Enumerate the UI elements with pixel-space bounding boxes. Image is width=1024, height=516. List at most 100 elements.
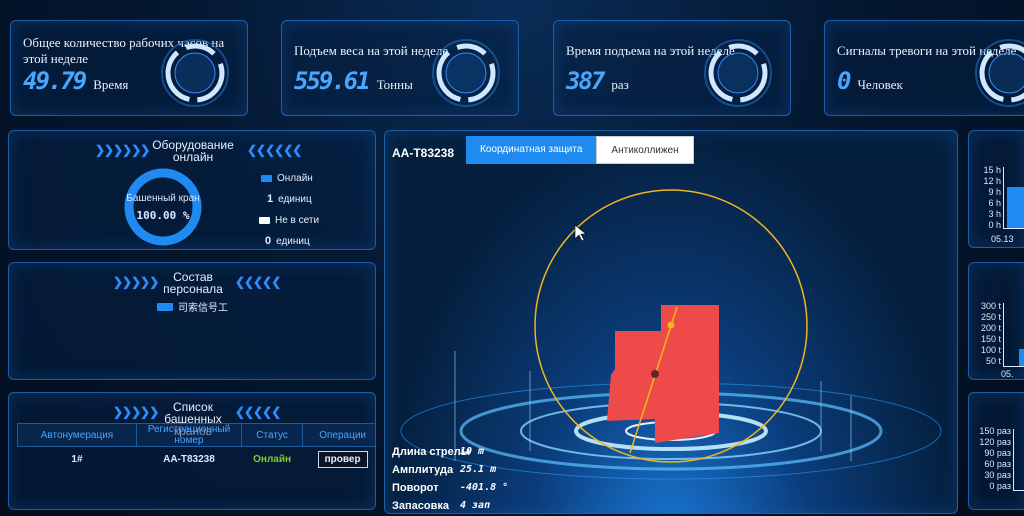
- equipment-online-panel: ❯❯❯❯❯❯ Оборудование онлайн ❮❮❮❮❮❮ Башенн…: [8, 130, 376, 250]
- info-label: Поворот: [392, 482, 439, 494]
- stat-unit: Время: [93, 77, 129, 92]
- online-count-unit: единиц: [278, 193, 312, 205]
- chart-bar: [1007, 187, 1024, 228]
- crane-center-marker: [651, 370, 659, 378]
- table-header-row: Автонумерация Регистрационный номер Стат…: [17, 423, 375, 447]
- donut-percent: 100.00 %: [136, 209, 190, 222]
- panel-title: Оборудование онлайн: [152, 138, 234, 164]
- device-id: AA-T83238: [392, 146, 455, 160]
- jib-marker: [667, 321, 675, 329]
- y-tick: 150 paз: [979, 426, 1011, 436]
- y-tick: 90 paз: [984, 448, 1011, 458]
- x-label: 05.: [1001, 369, 1014, 379]
- online-donut-chart: [124, 168, 202, 246]
- crane-table: Автонумерация Регистрационный номер Стат…: [17, 423, 376, 472]
- y-tick: 60 paз: [984, 459, 1011, 469]
- chevrons-right-icon: ❯❯❯❯❯❯: [95, 143, 150, 157]
- legend-online: Онлайн: [261, 173, 313, 184]
- table-row: 1# AA-T83238 Онлайн провер: [18, 447, 376, 472]
- ring-gauge-icon: [161, 39, 229, 107]
- info-boom-length: Длина стрелы 10 m: [392, 446, 484, 458]
- info-amplitude: Амплитуда 25.1 m: [392, 464, 496, 476]
- crane-work-area: [607, 305, 719, 443]
- info-value: -401.8 °: [460, 482, 509, 493]
- online-count-value: 1: [267, 193, 274, 205]
- offline-count: 0 единиц: [265, 235, 310, 247]
- column-header: Регистрационный номер: [135, 423, 242, 447]
- tab-coordinate-protection[interactable]: Координатная защита: [466, 136, 597, 164]
- chart-axis: [1003, 228, 1024, 229]
- column-header: Статус: [240, 423, 304, 447]
- info-value: 4 зап: [460, 500, 491, 511]
- donut-label: Башенный кран: [126, 193, 200, 204]
- stat-card-lift-weight: Подъем веса на этой неделе 559.61 Тонны: [281, 20, 519, 116]
- chart-axis: [1003, 366, 1024, 367]
- cell-reg: AA-T83238: [163, 453, 215, 465]
- x-label: 05.13: [991, 234, 1014, 244]
- y-tick: 120 paз: [979, 437, 1011, 447]
- info-label: Амплитуда: [392, 464, 454, 476]
- panel-title: Состав персонала: [163, 270, 223, 296]
- ring-gauge-icon: [704, 39, 772, 107]
- stat-unit: Тонны: [376, 77, 413, 92]
- stat-card-lift-count: Время подъема на этой неделе 387 раз: [553, 20, 791, 116]
- y-tick: 200 t: [980, 323, 1001, 333]
- chart-weight-panel: 300 t 250 t 200 t 150 t 100 t 50 t 05.: [968, 262, 1024, 380]
- chart-bar: [1019, 349, 1024, 366]
- y-tick: 12 h: [983, 176, 1001, 186]
- offline-count-unit: единиц: [276, 235, 310, 247]
- stat-unit: Человек: [857, 77, 903, 92]
- legend-offline-label: Не в сети: [275, 215, 320, 226]
- personnel-legend-item: 司索信号工: [157, 299, 228, 314]
- stat-unit: раз: [611, 77, 629, 92]
- y-tick: 3 h: [988, 209, 1001, 219]
- legend-offline: Не в сети: [259, 215, 319, 226]
- cursor-icon: [574, 224, 587, 242]
- y-tick: 30 paз: [984, 470, 1011, 480]
- y-tick: 9 h: [988, 187, 1001, 197]
- y-tick: 0 paз: [989, 481, 1011, 491]
- legend-online-label: Онлайн: [277, 173, 313, 184]
- y-tick: 250 t: [980, 312, 1001, 322]
- check-button[interactable]: провер: [317, 450, 368, 468]
- donut-online-arc: [124, 168, 202, 246]
- online-count: 1 единиц: [267, 193, 312, 205]
- y-tick: 150 t: [980, 334, 1001, 344]
- chart-hours-panel: 15 h 12 h 9 h 6 h 3 h 0 h 05.13: [968, 130, 1024, 248]
- tab-anti-collision[interactable]: Антиколлижен: [596, 136, 694, 164]
- chart-axis: [1013, 490, 1024, 491]
- cell-number: 1#: [71, 453, 83, 465]
- chevrons-right-icon: ❯❯❯❯❯: [113, 405, 159, 419]
- y-tick: 6 h: [988, 198, 1001, 208]
- y-tick: 15 h: [983, 165, 1001, 175]
- y-tick: 300 t: [980, 301, 1001, 311]
- legend-online-swatch: [261, 175, 272, 182]
- info-label: Длина стрелы: [392, 446, 471, 458]
- view-tabs: Координатная защита Антиколлижен: [466, 136, 694, 164]
- info-rotation: Поворот -401.8 °: [392, 482, 508, 494]
- stat-card-work-hours: Общее количество рабочих часов на этой н…: [10, 20, 248, 116]
- cell-action: провер: [303, 447, 375, 472]
- chart-axis: [1013, 429, 1014, 491]
- crane-list-panel: ❯❯❯❯❯ Список башенных кранов ❮❮❮❮❮ Автон…: [8, 392, 376, 510]
- info-value: 25.1 m: [460, 464, 497, 475]
- personnel-panel: ❯❯❯❯❯ Состав персонала ❮❮❮❮❮ 司索信号工: [8, 262, 376, 380]
- stat-value: 559.61: [294, 67, 371, 95]
- ring-gauge-icon: [432, 39, 500, 107]
- chevrons-left-icon: ❮❮❮❮❮❮: [247, 143, 302, 157]
- stat-card-alarms: Сигналы тревоги на этой неделе 0 Человек: [824, 20, 1024, 116]
- chevrons-left-icon: ❮❮❮❮❮: [235, 275, 281, 289]
- offline-count-value: 0: [265, 235, 272, 247]
- stat-value: 0: [837, 67, 852, 95]
- column-header: Операции: [302, 423, 375, 447]
- chevrons-left-icon: ❮❮❮❮❮: [235, 405, 281, 419]
- legend-offline-swatch: [259, 217, 270, 224]
- y-tick: 0 h: [988, 220, 1001, 230]
- stat-value: 49.79: [23, 67, 87, 95]
- personnel-legend-swatch: [157, 302, 173, 311]
- personnel-legend-label: 司索信号工: [178, 303, 228, 314]
- chevrons-right-icon: ❯❯❯❯❯: [113, 275, 159, 289]
- chart-axis: [1003, 167, 1004, 229]
- ring-gauge-icon: [975, 39, 1024, 107]
- y-tick: 50 t: [985, 356, 1001, 366]
